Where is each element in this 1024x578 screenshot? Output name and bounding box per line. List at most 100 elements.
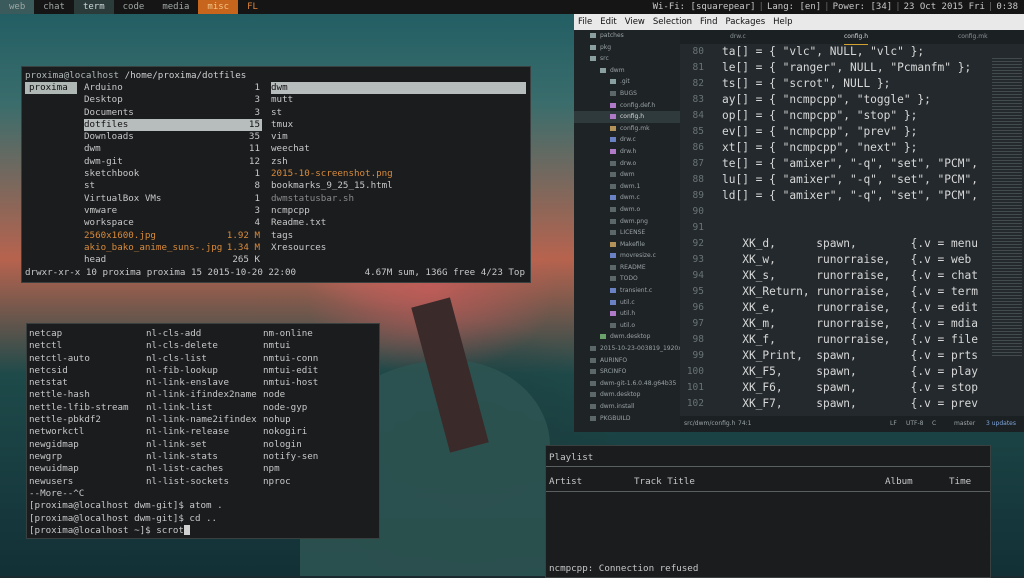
column-time[interactable]: Time: [949, 476, 971, 487]
atom-editor-window[interactable]: File Edit View Selection Find Packages Help pa…: [574, 14, 1024, 432]
editor-tab-drw-c[interactable]: drw.c: [730, 30, 746, 44]
menu-item-help[interactable]: Help: [769, 14, 796, 30]
tree-item[interactable]: 2015-10-23-003819_1920x: [574, 343, 680, 355]
column-artist[interactable]: Artist: [549, 476, 582, 487]
tree-item[interactable]: config.h: [574, 111, 680, 123]
tree-item[interactable]: dwm.install: [574, 401, 680, 413]
line-number: 101: [686, 382, 704, 393]
status-grammar[interactable]: C: [932, 416, 936, 432]
column-album[interactable]: Album: [885, 476, 913, 487]
tree-item[interactable]: util.h: [574, 308, 680, 320]
tree-item[interactable]: src: [574, 53, 680, 65]
column-track-title[interactable]: Track Title: [634, 476, 695, 487]
tree-item[interactable]: SRCINFO: [574, 366, 680, 378]
tree-item[interactable]: dwm.o: [574, 204, 680, 216]
tree-item[interactable]: util.c: [574, 297, 680, 309]
layout-indicator[interactable]: FL: [238, 0, 267, 14]
menu-item-packages[interactable]: Packages: [721, 14, 769, 30]
editor-tab-config-mk[interactable]: config.mk: [958, 30, 988, 44]
tree-item[interactable]: drw.h: [574, 146, 680, 158]
status-encoding[interactable]: UTF-8: [906, 416, 924, 432]
ranger-entry[interactable]: vmware 3: [84, 205, 262, 217]
ranger-preview-entry[interactable]: tmux: [271, 119, 526, 131]
tree-item[interactable]: movresize.c: [574, 250, 680, 262]
workspace-tab-code[interactable]: code: [114, 0, 154, 14]
tree-item[interactable]: TODO: [574, 273, 680, 285]
ranger-preview-entry[interactable]: Xresources: [271, 242, 526, 254]
tree-item[interactable]: dwm.c: [574, 192, 680, 204]
ranger-entry[interactable]: VirtualBox VMs 1: [84, 193, 262, 205]
status-file-path[interactable]: src/dwm/config.h: [684, 416, 735, 432]
tree-item[interactable]: dwm: [574, 65, 680, 77]
tree-item[interactable]: LICENSE: [574, 227, 680, 239]
tree-item[interactable]: pkg: [574, 42, 680, 54]
ranger-preview-entry[interactable]: st: [271, 107, 526, 119]
ranger-preview-entry[interactable]: ncmpcpp: [271, 205, 526, 217]
tree-item[interactable]: dwm.desktop: [574, 331, 680, 343]
tree-item[interactable]: drw.c: [574, 134, 680, 146]
ranger-preview-entry[interactable]: Readme.txt: [271, 217, 526, 229]
status-updates[interactable]: 3 updates: [986, 416, 1016, 432]
ranger-preview-entry[interactable]: dwm: [271, 82, 526, 95]
tree-item[interactable]: Makefile: [574, 239, 680, 251]
status-git-branch[interactable]: master: [954, 416, 975, 432]
tree-item[interactable]: patches: [574, 30, 680, 42]
status-cursor-position[interactable]: 74:1: [738, 416, 751, 432]
workspace-tab-misc[interactable]: misc: [198, 0, 239, 14]
ranger-entry[interactable]: akio_bako_anime_suns-.jpg 1.34 M: [84, 242, 262, 254]
ranger-preview-entry[interactable]: weechat: [271, 143, 526, 155]
ranger-entry[interactable]: dwm-git 12: [84, 156, 262, 168]
workspace-tab-media[interactable]: media: [153, 0, 198, 14]
status-line-ending[interactable]: LF: [890, 416, 897, 432]
tree-item[interactable]: config.mk: [574, 123, 680, 135]
ranger-entry[interactable]: Documents 3: [84, 107, 262, 119]
tree-item[interactable]: dwm.png: [574, 216, 680, 228]
tree-item[interactable]: dwm-git-1.6.0.48.g64b35: [574, 378, 680, 390]
ranger-entry[interactable]: dwm 11: [84, 143, 262, 155]
workspace-tab-chat[interactable]: chat: [34, 0, 74, 14]
ranger-entry[interactable]: workspace 4: [84, 217, 262, 229]
shell-terminal[interactable]: netcap netctl netctl-auto netcsid netstat net…: [26, 323, 380, 539]
ranger-preview-entry[interactable]: zsh: [271, 156, 526, 168]
tree-item[interactable]: BUGS: [574, 88, 680, 100]
ranger-entry[interactable]: dotfiles 15: [84, 118, 262, 132]
tree-item[interactable]: README: [574, 262, 680, 274]
minimap[interactable]: [992, 58, 1022, 358]
ranger-entry[interactable]: Arduino 1: [84, 82, 262, 94]
tree-item[interactable]: PKGBUILD: [574, 413, 680, 425]
ranger-entry[interactable]: st 8: [84, 180, 262, 192]
editor-tab-config-h[interactable]: config.h: [844, 30, 869, 45]
ranger-window[interactable]: proxima@localhost /home/proxima/dotfiles…: [21, 66, 531, 283]
tree-item[interactable]: transient.c: [574, 285, 680, 297]
menu-item-file[interactable]: File: [574, 14, 596, 30]
ranger-preview-entry[interactable]: vim: [271, 131, 526, 143]
workspace-tab-web[interactable]: web: [0, 0, 35, 14]
tree-item[interactable]: AURINFO: [574, 355, 680, 367]
ranger-preview-entry[interactable]: mutt: [271, 94, 526, 106]
ranger-preview-entry[interactable]: 2015-10-screenshot.png: [271, 168, 526, 180]
tree-item[interactable]: config.def.h: [574, 100, 680, 112]
ranger-header: proxima@localhost /home/proxima/dotfiles: [25, 70, 246, 81]
tree-item[interactable]: util.o: [574, 320, 680, 332]
ranger-preview-entry[interactable]: tags: [271, 230, 526, 242]
ranger-entry[interactable]: Desktop 3: [84, 94, 262, 106]
workspace-tab-term[interactable]: term: [73, 0, 114, 14]
ranger-preview-entry[interactable]: bookmarks_9_25_15.html: [271, 180, 526, 192]
ncmpcpp-window[interactable]: Playlist Artist Track Title Album Time n…: [545, 445, 991, 578]
code-area[interactable]: ta[] = { "vlc", NULL, "vlc" }; le[] = { "…: [722, 44, 986, 416]
menu-item-edit[interactable]: Edit: [596, 14, 620, 30]
ranger-preview-entry[interactable]: dwmstatusbar.sh: [271, 193, 526, 205]
ranger-entry[interactable]: 2560x1600.jpg 1.92 M: [84, 230, 262, 242]
menu-item-find[interactable]: Find: [696, 14, 721, 30]
tree-item[interactable]: dwm.desktop: [574, 389, 680, 401]
tree-item[interactable]: .git: [574, 76, 680, 88]
ranger-parent-item[interactable]: proxima: [25, 82, 77, 95]
menu-item-view[interactable]: View: [621, 14, 649, 30]
tree-item[interactable]: dwm.1: [574, 181, 680, 193]
menu-item-selection[interactable]: Selection: [649, 14, 696, 30]
tree-item[interactable]: drw.o: [574, 158, 680, 170]
ranger-entry[interactable]: sketchbook 1: [84, 168, 262, 180]
ranger-entry[interactable]: Downloads 35: [84, 131, 262, 143]
tree-item[interactable]: dwm: [574, 169, 680, 181]
ranger-entry[interactable]: head 265 K: [84, 254, 262, 266]
